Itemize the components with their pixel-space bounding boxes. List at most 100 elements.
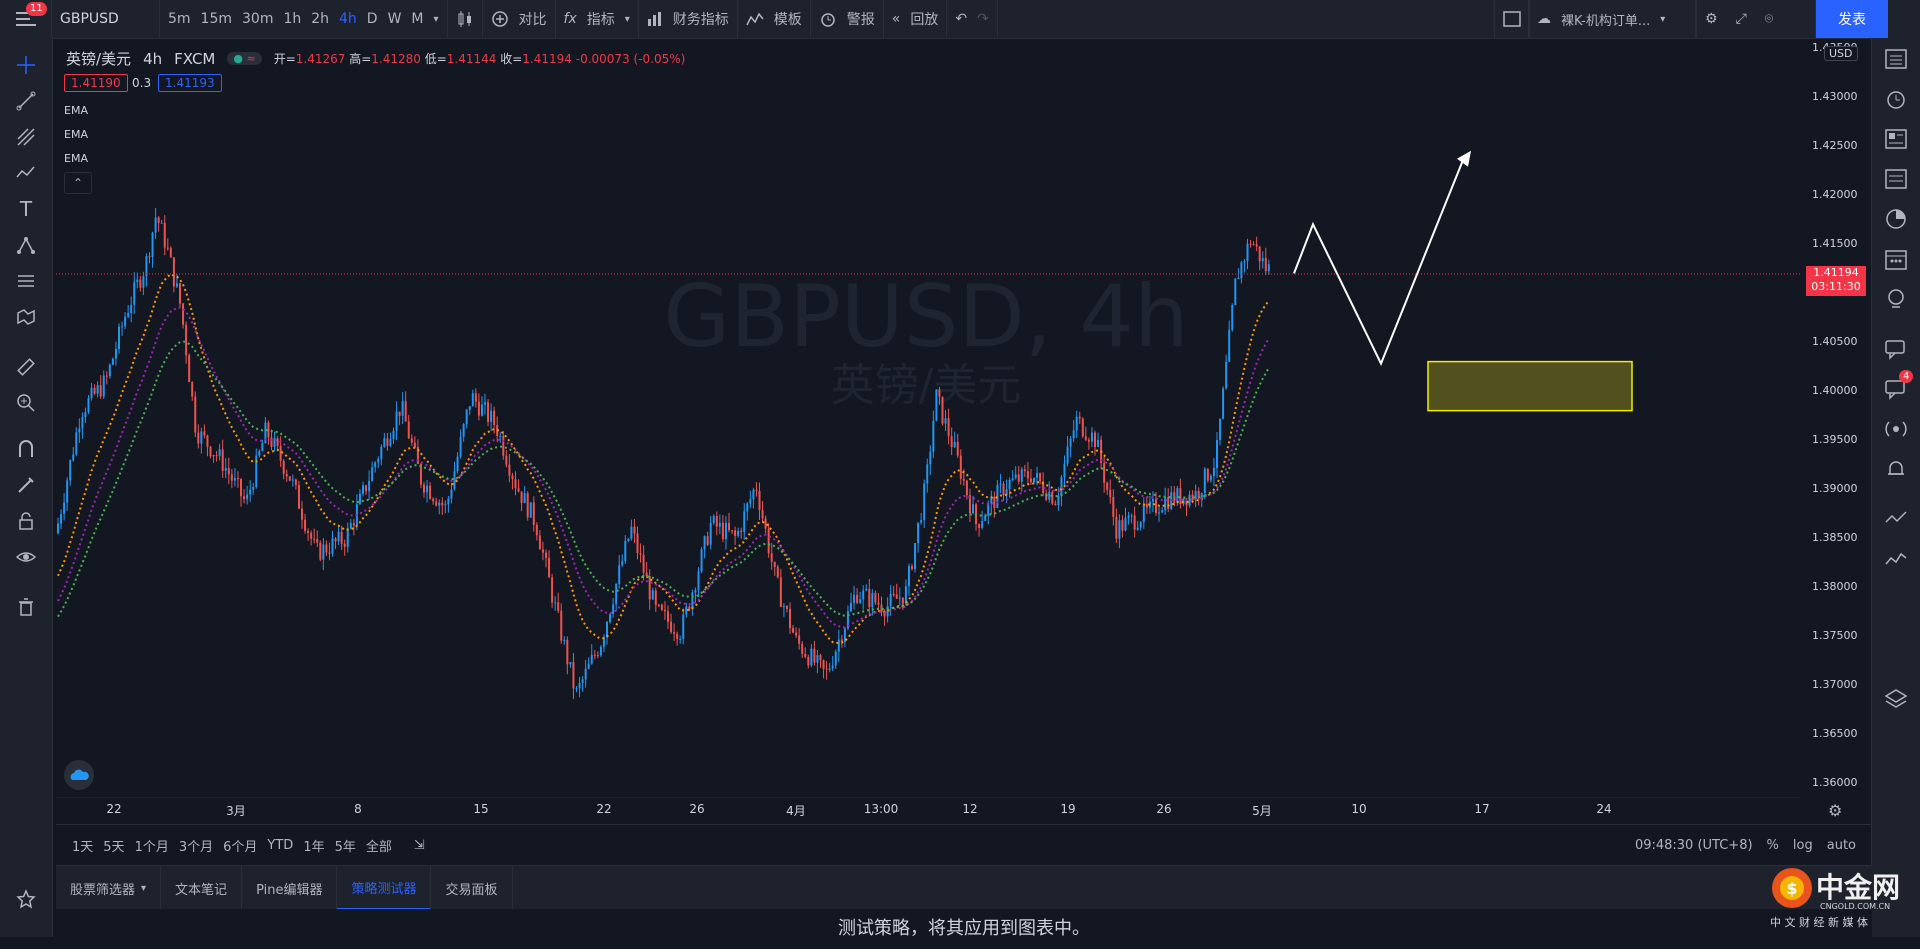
camera-icon[interactable]: ⌾ bbox=[1765, 11, 1773, 27]
bottom-tab-4[interactable]: 交易面板 bbox=[431, 866, 513, 910]
layout-selector[interactable]: ☁ 裸K-机构订单... ▾ bbox=[1528, 0, 1696, 38]
streams-icon[interactable] bbox=[1883, 416, 1909, 442]
range-5[interactable]: YTD bbox=[267, 838, 293, 853]
eye-icon[interactable] bbox=[13, 544, 39, 570]
layers-icon[interactable] bbox=[1883, 686, 1909, 712]
candle-body bbox=[813, 648, 816, 663]
calendar-icon[interactable] bbox=[1883, 246, 1909, 272]
crosshair-icon[interactable] bbox=[13, 52, 39, 78]
replay-button[interactable]: « 回放 bbox=[884, 0, 948, 38]
bottom-tab-3[interactable]: 策略测试器 bbox=[337, 866, 432, 910]
bottom-tab-1[interactable]: 文本笔记 bbox=[161, 866, 243, 910]
candle-body bbox=[920, 520, 923, 523]
interval-M[interactable]: M bbox=[411, 11, 423, 27]
indicators-button[interactable]: fx 指标 ▾ bbox=[556, 0, 639, 38]
alert-button[interactable]: 警报 bbox=[811, 0, 884, 38]
interval-30m[interactable]: 30m bbox=[242, 11, 273, 27]
news-icon[interactable] bbox=[1883, 126, 1909, 152]
lock-icon[interactable] bbox=[13, 508, 39, 534]
candle-body bbox=[770, 553, 773, 562]
undo-icon[interactable]: ↶ bbox=[955, 11, 967, 27]
stay-drawing-icon[interactable] bbox=[13, 472, 39, 498]
time-axis[interactable]: 22 3月 8 15 22 26 4月 13:00 12 19 26 5月 10 17 24 bbox=[56, 800, 1808, 824]
bottom-tab-2[interactable]: Pine编辑器 bbox=[242, 866, 338, 910]
redo-icon[interactable]: ↷ bbox=[977, 11, 989, 27]
last-price-tag: 1.41194 03:11:30 bbox=[1806, 265, 1866, 296]
projection-icon[interactable] bbox=[13, 232, 39, 258]
chat-icon[interactable]: 4 bbox=[1883, 370, 1914, 402]
zoom-icon[interactable] bbox=[13, 390, 39, 416]
fib-tool-icon[interactable] bbox=[13, 124, 39, 150]
pattern-icon[interactable] bbox=[13, 160, 39, 186]
log-toggle[interactable]: log bbox=[1793, 838, 1813, 853]
axis-settings-gear-icon[interactable]: ⚙ bbox=[1828, 801, 1842, 820]
price-axis-label: 1.37000 bbox=[1812, 678, 1858, 692]
data-window-icon[interactable] bbox=[1883, 166, 1909, 192]
bottom-tab-0[interactable]: 股票筛选器 ▾ bbox=[56, 866, 162, 910]
magnet-icon[interactable] bbox=[13, 436, 39, 462]
interval-4h[interactable]: 4h bbox=[339, 11, 357, 27]
ticker-icon[interactable] bbox=[1883, 506, 1909, 532]
legend-pair-name[interactable]: 英镑/美元 bbox=[66, 48, 131, 69]
watchlist-icon[interactable] bbox=[1883, 46, 1909, 72]
sell-price-box[interactable]: 1.41190 bbox=[64, 74, 128, 92]
percent-toggle[interactable]: % bbox=[1767, 838, 1779, 853]
gear-icon[interactable]: ⚙ bbox=[1705, 11, 1718, 27]
templates-button[interactable]: 模板 bbox=[738, 0, 811, 38]
symbol-search[interactable]: GBPUSD bbox=[52, 0, 160, 38]
ema-legend-1[interactable]: EMA bbox=[64, 104, 88, 117]
auto-toggle[interactable]: auto bbox=[1827, 838, 1856, 853]
range-2[interactable]: 1个月 bbox=[135, 836, 169, 855]
range-8[interactable]: 全部 bbox=[366, 836, 392, 855]
chats-icon[interactable] bbox=[1883, 336, 1909, 362]
range-4[interactable]: 6个月 bbox=[223, 836, 257, 855]
range-1[interactable]: 5天 bbox=[103, 836, 124, 855]
compare-button[interactable]: 对比 bbox=[483, 0, 556, 38]
star-icon[interactable] bbox=[13, 886, 39, 912]
demand-zone-rectangle[interactable] bbox=[1427, 360, 1633, 412]
interval-5m[interactable]: 5m bbox=[168, 11, 191, 27]
trash-icon[interactable] bbox=[13, 594, 39, 620]
symbol-label: GBPUSD bbox=[60, 11, 119, 27]
interval-W[interactable]: W bbox=[388, 11, 402, 27]
buy-price-box[interactable]: 1.41193 bbox=[158, 74, 222, 92]
candle-body bbox=[630, 526, 633, 539]
tradingview-cloud-logo-icon[interactable] bbox=[64, 760, 94, 790]
interval-15m[interactable]: 15m bbox=[201, 11, 232, 27]
goto-date-icon[interactable]: ⇲ bbox=[414, 838, 425, 853]
fullscreen-toggle[interactable] bbox=[1494, 0, 1530, 38]
financials-button[interactable]: 财务指标 bbox=[639, 0, 738, 38]
range-0[interactable]: 1天 bbox=[72, 836, 93, 855]
currency-label[interactable]: USD bbox=[1824, 46, 1858, 61]
trend-line-icon[interactable] bbox=[13, 88, 39, 114]
ema-legend-2[interactable]: EMA bbox=[64, 128, 88, 141]
interval-D[interactable]: D bbox=[367, 11, 378, 27]
chart-type-button[interactable] bbox=[448, 0, 483, 38]
projected-path-line[interactable] bbox=[1293, 157, 1465, 367]
hotlist-icon[interactable] bbox=[1883, 206, 1909, 232]
prediction-icon[interactable] bbox=[13, 268, 39, 294]
chevron-down-icon[interactable]: ▾ bbox=[434, 14, 439, 25]
ema-legend-3[interactable]: EMA bbox=[64, 152, 88, 165]
expand-icon[interactable]: ⤢ bbox=[1736, 11, 1747, 27]
time-axis-label: 10 bbox=[1351, 802, 1367, 816]
candle-body bbox=[124, 316, 127, 327]
legend-status-toggle[interactable]: ● ≈ bbox=[227, 52, 262, 65]
range-7[interactable]: 5年 bbox=[335, 836, 356, 855]
range-3[interactable]: 3个月 bbox=[179, 836, 213, 855]
interval-1h[interactable]: 1h bbox=[283, 11, 301, 27]
alarm-clock-icon[interactable] bbox=[1883, 86, 1909, 112]
collapse-legend-button[interactable]: ⌃ bbox=[64, 172, 92, 194]
order-panel-icon[interactable] bbox=[1883, 546, 1909, 572]
main-menu-button[interactable]: 11 bbox=[0, 0, 52, 38]
text-tool-icon[interactable]: T bbox=[13, 196, 39, 222]
price-axis[interactable]: 1.435001.430001.425001.420001.415001.410… bbox=[1808, 38, 1872, 798]
range-6[interactable]: 1年 bbox=[303, 836, 324, 855]
icons-tool-icon[interactable] bbox=[13, 304, 39, 330]
interval-2h[interactable]: 2h bbox=[311, 11, 329, 27]
publish-button[interactable]: 发表 bbox=[1816, 0, 1888, 38]
ruler-icon[interactable] bbox=[13, 354, 39, 380]
price-chart[interactable]: GBPUSD, 4h 英镑/美元 bbox=[56, 38, 1800, 798]
ideas-lightbulb-icon[interactable] bbox=[1883, 286, 1909, 312]
notifications-bell-icon[interactable] bbox=[1883, 456, 1909, 482]
